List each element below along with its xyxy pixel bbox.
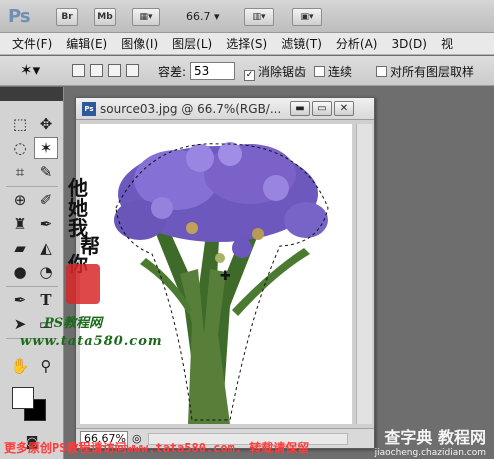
blur-tool-icon[interactable]: ● [8, 261, 32, 283]
arrange-documents-button[interactable]: ▥▾ [244, 8, 274, 26]
document-title: source03.jpg @ 66.7%(RGB/... [100, 102, 282, 116]
hand-tool-icon[interactable]: ✋ [8, 355, 32, 377]
antialias-checkbox[interactable]: ✓ [244, 70, 255, 81]
flower-bud [215, 253, 225, 263]
subtract-selection-mode-icon[interactable] [108, 64, 121, 77]
view-extras-button[interactable]: ▦▾ [132, 8, 160, 26]
menu-edit[interactable]: 编辑(E) [66, 35, 107, 52]
add-selection-mode-icon[interactable] [90, 64, 103, 77]
move-tool-icon[interactable]: ✥ [34, 113, 58, 135]
document-type-icon: Ps [82, 102, 96, 116]
bouquet-stems [140, 214, 310, 424]
sample-all-layers-option[interactable]: 对所有图层取样 [376, 63, 474, 80]
document-window: Ps source03.jpg @ 66.7%(RGB/... ▬ ▭ ✕ ✚ … [75, 97, 375, 449]
eyedropper-tool-icon[interactable]: ✎ [34, 161, 58, 183]
mini-bridge-button[interactable]: Mb [94, 8, 116, 26]
options-bar: ✶▾ 容差: ✓消除锯齿 连续 对所有图层取样 [0, 56, 494, 86]
zoom-tool-icon[interactable]: ⚲ [34, 355, 58, 377]
paint-bucket-tool-icon[interactable]: ◭ [34, 237, 58, 259]
tools-panel: ⬚ ✥ ◌ ✶ ⌗ ✎ ⊕ ✐ ♜ ✒ ▰ ◭ ● ◔ ✒ T ➤ ▭ ✋ ⚲ … [0, 87, 64, 459]
contiguous-label: 连续 [328, 65, 353, 79]
ps-signature: PS教程网 [44, 316, 103, 331]
vertical-scrollbar[interactable] [356, 124, 372, 424]
marquee-tool-icon[interactable]: ⬚ [8, 113, 32, 135]
pen-tool-icon[interactable]: ✒ [8, 289, 32, 311]
history-brush-tool-icon[interactable]: ✒ [34, 213, 58, 235]
contiguous-option[interactable]: 连续 [314, 63, 352, 80]
menu-bar: 文件(F) 编辑(E) 图像(I) 图层(L) 选择(S) 滤镜(T) 分析(A… [0, 33, 494, 55]
magic-wand-tool-icon[interactable]: ✶ [34, 137, 58, 159]
crop-tool-icon[interactable]: ⌗ [8, 161, 32, 183]
tools-separator [6, 286, 58, 287]
signature-url: www.tata580.com [20, 334, 163, 349]
close-button[interactable]: ✕ [334, 101, 354, 116]
flower-bud [252, 228, 264, 240]
workspace-background [376, 87, 494, 437]
menu-image[interactable]: 图像(I) [121, 35, 158, 52]
zoom-level-select[interactable]: 66.7 ▾ [186, 10, 220, 23]
photoshop-logo: Ps [8, 6, 31, 27]
magic-wand-cursor-icon: ✚ [220, 269, 231, 284]
menu-filter[interactable]: 滤镜(T) [281, 35, 322, 52]
lasso-tool-icon[interactable]: ◌ [8, 137, 32, 159]
image-canvas[interactable]: ✚ [80, 124, 352, 424]
tolerance-input[interactable] [190, 62, 235, 80]
type-tool-icon[interactable]: T [34, 289, 58, 311]
bouquet-flowers [114, 142, 328, 263]
antialias-option[interactable]: ✓ 消除锯齿 [244, 63, 306, 81]
bottom-banner: 更多原创PS教程请访问www.tata580.com, 转载请保留 [4, 441, 310, 455]
tolerance-label: 容差: [158, 65, 187, 79]
app-bar: Ps Br Mb ▦▾ 66.7 ▾ ▥▾ ▣▾ [0, 0, 494, 33]
flower-head [186, 144, 214, 172]
menu-3d[interactable]: 3D(D) [391, 37, 426, 51]
menu-layer[interactable]: 图层(L) [172, 35, 212, 52]
clone-stamp-tool-icon[interactable]: ♜ [8, 213, 32, 235]
screen-mode-button[interactable]: ▣▾ [292, 8, 322, 26]
flower-cluster [284, 202, 328, 238]
intersect-selection-mode-icon[interactable] [126, 64, 139, 77]
healing-brush-tool-icon[interactable]: ⊕ [8, 189, 32, 211]
flower-head [218, 142, 242, 166]
flower-head [263, 175, 289, 201]
magic-wand-preset-icon[interactable]: ✶▾ [20, 61, 40, 79]
sample-all-layers-label: 对所有图层取样 [390, 65, 475, 79]
menu-analysis[interactable]: 分析(A) [336, 35, 378, 52]
flower-bouquet-image: ✚ [114, 142, 329, 424]
menu-view[interactable]: 视 [441, 35, 453, 52]
zoom-level-value: 66.7 [186, 10, 211, 23]
maximize-button[interactable]: ▭ [312, 101, 332, 116]
path-selection-tool-icon[interactable]: ➤ [8, 313, 32, 335]
red-seal-stamp [66, 264, 100, 304]
new-selection-mode-icon[interactable] [72, 64, 85, 77]
brush-tool-icon[interactable]: ✐ [34, 189, 58, 211]
antialias-label: 消除锯齿 [258, 65, 307, 79]
dodge-tool-icon[interactable]: ◔ [34, 261, 58, 283]
foreground-color-swatch[interactable] [12, 387, 34, 409]
tools-panel-header[interactable] [0, 87, 63, 101]
contiguous-checkbox[interactable] [314, 66, 325, 77]
menu-file[interactable]: 文件(F) [12, 35, 52, 52]
flower-head [232, 238, 252, 258]
minimize-button[interactable]: ▬ [290, 101, 310, 116]
flower-head [151, 197, 173, 219]
sample-all-layers-checkbox[interactable] [376, 66, 387, 77]
eraser-tool-icon[interactable]: ▰ [8, 237, 32, 259]
document-title-bar[interactable]: Ps source03.jpg @ 66.7%(RGB/... ▬ ▭ ✕ [76, 98, 374, 120]
flower-bud [186, 222, 198, 234]
menu-select[interactable]: 选择(S) [226, 35, 267, 52]
bridge-button[interactable]: Br [56, 8, 78, 26]
tools-separator [6, 186, 58, 187]
